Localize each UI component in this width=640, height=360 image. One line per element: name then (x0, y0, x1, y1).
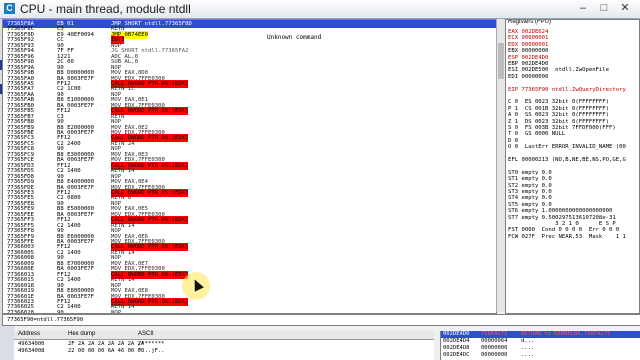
stack-comment: RETURN to KERNELBA.756FA275 (521, 331, 611, 337)
scrollbar-thumb[interactable] (498, 43, 504, 79)
stack-comment: d... (521, 338, 535, 344)
stack-comment: .... (521, 345, 535, 351)
dump-ascii: "...jF.. (138, 348, 165, 354)
dump-hex: 2F 2A 2A 2A 2A 2A 2A 2A (68, 341, 145, 347)
stack-value: 00000064 (481, 338, 508, 344)
stack-comment: .... (521, 352, 535, 358)
stack-row[interactable]: 002DE4D8 00000000.... (441, 345, 640, 352)
stack-value: 00000000 (481, 345, 508, 351)
close-button[interactable]: ✕ (616, 2, 634, 15)
dump-col-address[interactable]: Address (18, 331, 40, 337)
disassembly-pane[interactable]: Unknown command 77365F8A EB 01 JMP SHORT n… (2, 19, 497, 314)
dump-hex: 22 00 00 00 6A 46 00 00 (68, 348, 145, 354)
stack-value: 756FA275 (481, 331, 508, 337)
dump-row[interactable]: 49634008 22 00 00 00 6A 46 00 00 "...jF.. (14, 348, 434, 355)
stack-row[interactable]: 002DE4DC 00000000.... (441, 352, 640, 359)
dump-col-ascii[interactable]: ASCII (138, 331, 154, 337)
registers-pane[interactable]: Registers (FPU) EAX 002DE624 ECX 00000001… (505, 19, 640, 314)
dump-row[interactable]: 49634000 2F 2A 2A 2A 2A 2A 2A 2A/******* (14, 341, 434, 348)
disassembly-scrollbar[interactable] (496, 19, 505, 312)
app-icon: C (4, 3, 15, 14)
stack-value: 00000000 (481, 352, 508, 358)
dump-address: 49634000 (18, 341, 45, 347)
title-bar[interactable]: C CPU - main thread, module ntdll – □ ✕ (0, 0, 640, 19)
stack-row[interactable]: 002DE4D0 756FA275 RETURN to KERNELBA.756FA… (441, 331, 640, 338)
stack-pane[interactable]: 002DE4D0 756FA275 RETURN to KERNELBA.756FA… (440, 331, 640, 360)
stack-address: 002DE4D8 (443, 345, 470, 351)
maximize-button[interactable]: □ (595, 2, 613, 15)
registers-title: Registers (FPU) (508, 19, 552, 25)
dump-address: 49634008 (18, 348, 45, 354)
dump-col-hex[interactable]: Hex dump (68, 331, 95, 337)
info-line: 77365F90=ntdll.77365F90 (2, 314, 640, 326)
stack-address: 002DE4DC (443, 352, 470, 358)
dump-header: Address Hex dump ASCII (14, 331, 434, 340)
dump-pane[interactable]: 49634000 2F 2A 2A 2A 2A 2A 2A 2A/******* 4… (14, 340, 434, 360)
stack-address: 002DE4D4 (443, 338, 470, 344)
stack-row[interactable]: 002DE4D4 00000064 d... (441, 338, 640, 345)
stack-address: 002DE4D0 (443, 331, 470, 337)
cpu-window: C CPU - main thread, module ntdll – □ ✕ … (0, 0, 640, 360)
register-line[interactable]: FCW 027F Prec NEAR,53 Mask 1 1 (508, 233, 636, 241)
minimize-button[interactable]: – (574, 2, 592, 15)
window-title: CPU - main thread, module ntdll (20, 2, 191, 16)
dump-ascii: /******* (138, 341, 165, 347)
